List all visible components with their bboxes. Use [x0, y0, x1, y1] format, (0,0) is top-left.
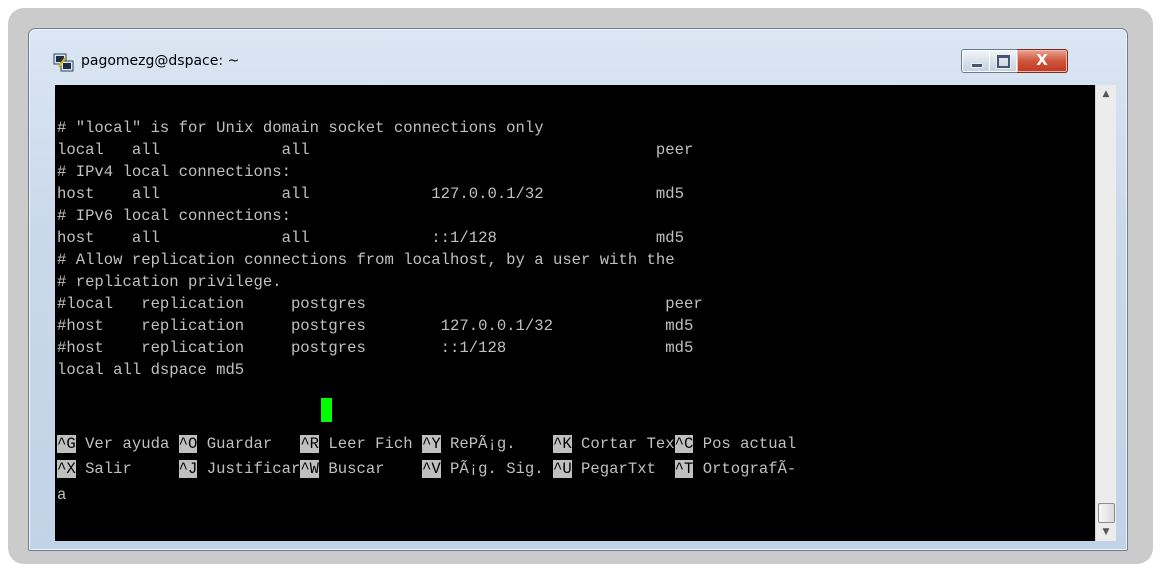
terminal-line: local all dspace md5: [57, 361, 245, 379]
shortcut-bar-row-2: ^X Salir ^J Justificar^W Buscar ^V PÃ¡g.…: [57, 458, 796, 480]
title-bar[interactable]: pagomezg@dspace: ~ X: [29, 29, 1127, 81]
minimize-button[interactable]: [961, 49, 991, 73]
shortcut-label: Salir: [75, 460, 179, 478]
text-cursor: [321, 398, 332, 422]
shortcut-label: Justificar: [197, 460, 301, 478]
terminal-line: # Allow replication connections from loc…: [57, 251, 675, 269]
terminal-line: # IPv4 local connections:: [57, 163, 291, 181]
terminal-line: # IPv6 local connections:: [57, 207, 291, 225]
shortcut-label: Guardar: [197, 435, 301, 453]
shortcut-label: Leer Fich: [319, 435, 422, 453]
shortcut-key: ^J: [178, 460, 198, 478]
scrollbar-thumb[interactable]: [1098, 503, 1115, 523]
shortcut-bar-row-1: ^G Ver ayuda ^O Guardar ^R Leer Fich ^Y …: [57, 433, 796, 455]
shortcut-label: PegarTxt: [571, 460, 675, 478]
putty-icon: [53, 53, 74, 72]
shortcut-key: ^U: [552, 460, 572, 478]
terminal-line: # "local" is for Unix domain socket conn…: [57, 119, 544, 137]
shortcut-key: ^W: [300, 460, 320, 478]
scroll-down-icon[interactable]: ▼: [1096, 523, 1116, 541]
vertical-scrollbar[interactable]: ▲ ▼: [1095, 85, 1116, 541]
terminal-line: #host replication postgres ::1/128 md5: [57, 339, 694, 357]
putty-window: pagomezg@dspace: ~ X # "local" is for Un…: [28, 28, 1128, 551]
shortcut-key: ^Y: [421, 435, 441, 453]
shortcut-key: ^K: [552, 435, 572, 453]
terminal-line: #local replication postgres peer: [57, 295, 703, 313]
close-button[interactable]: X: [1017, 49, 1068, 73]
shortcut-label: PÃ¡g. Sig.: [440, 460, 553, 478]
terminal-line: #host replication postgres 127.0.0.1/32 …: [57, 317, 694, 335]
terminal-line: host all all ::1/128 md5: [57, 229, 684, 247]
wrapped-line: a: [57, 486, 67, 504]
shortcut-key: ^V: [421, 460, 441, 478]
shortcut-label: Cortar Tex: [571, 435, 675, 453]
shortcut-label: OrtografÃ-: [693, 460, 797, 478]
shortcut-label: Buscar: [319, 460, 422, 478]
terminal-line: local all all peer: [57, 141, 694, 159]
maximize-button[interactable]: [989, 49, 1018, 73]
shortcut-key: ^G: [57, 435, 76, 453]
terminal-line: host all all 127.0.0.1/32 md5: [57, 185, 684, 203]
terminal-line: # replication privilege.: [57, 273, 282, 291]
window-title: pagomezg@dspace: ~: [81, 53, 240, 69]
shortcut-key: ^R: [300, 435, 320, 453]
shortcut-key: ^X: [57, 460, 76, 478]
shortcut-key: ^O: [178, 435, 198, 453]
shortcut-key: ^C: [674, 435, 694, 453]
maximize-icon: [989, 50, 1017, 72]
shortcut-key: ^T: [674, 460, 694, 478]
terminal-area[interactable]: # "local" is for Unix domain socket conn…: [55, 85, 1116, 541]
minimize-icon: [962, 50, 990, 72]
shortcut-label: RePÃ¡g.: [440, 435, 553, 453]
close-icon: X: [1036, 51, 1048, 69]
shortcut-label: Pos actual: [693, 435, 797, 453]
terminal-text[interactable]: # "local" is for Unix domain socket conn…: [57, 87, 1093, 539]
shortcut-label: Ver ayuda: [75, 435, 179, 453]
scroll-up-icon[interactable]: ▲: [1096, 85, 1116, 103]
